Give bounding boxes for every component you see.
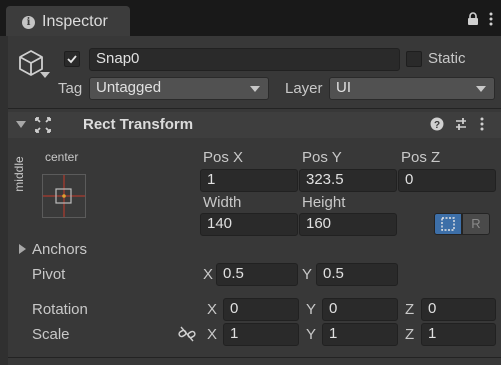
pos-z-input[interactable]: 0 [398, 169, 496, 192]
blueprint-mode-button[interactable] [434, 213, 462, 235]
pos-y-input[interactable]: 323.5 [299, 169, 397, 192]
pivot-label: Pivot [32, 266, 66, 283]
height-label: Height [302, 194, 346, 211]
anchor-preset-button[interactable] [42, 174, 86, 218]
help-icon[interactable]: ? [430, 117, 444, 135]
active-checkbox[interactable] [64, 51, 80, 67]
rotation-x-input[interactable]: 0 [223, 298, 299, 321]
rotation-y-label: Y [306, 301, 317, 318]
rotation-y-input[interactable]: 0 [322, 298, 398, 321]
pos-z-label: Pos Z [401, 149, 441, 166]
panel-left-strip [0, 36, 8, 365]
scale-x-label: X [207, 326, 218, 343]
scale-y-input[interactable]: 1 [322, 323, 398, 346]
anchors-foldout-arrow-icon[interactable] [19, 244, 26, 254]
tab-inspector-label: Inspector [42, 13, 108, 30]
scale-y-label: Y [306, 326, 317, 343]
pos-x-label: Pos X [203, 149, 244, 166]
component-header[interactable] [8, 112, 501, 138]
static-label: Static [428, 50, 466, 67]
object-name-input[interactable]: Snap0 [89, 48, 400, 71]
chevron-down-icon [250, 86, 260, 92]
icon-picker-caret[interactable] [40, 72, 50, 78]
divider [8, 357, 501, 358]
tag-label: Tag [58, 80, 83, 97]
anchor-horizontal-label: center [45, 150, 79, 164]
tab-inspector[interactable]: i Inspector [6, 6, 130, 38]
static-checkbox[interactable] [406, 51, 422, 67]
pivot-x-label: X [203, 266, 214, 283]
rotation-label: Rotation [32, 301, 88, 318]
checkmark-icon [67, 55, 77, 64]
blueprint-mode-icon [441, 217, 455, 231]
anchor-preset-icon [43, 175, 85, 217]
layer-value: UI [336, 79, 351, 96]
pivot-y-label: Y [302, 266, 313, 283]
component-title: Rect Transform [83, 116, 194, 133]
info-icon: i [22, 15, 35, 29]
tab-tools [467, 12, 493, 30]
lock-icon[interactable] [467, 12, 479, 30]
unlinked-chain-icon[interactable] [178, 326, 196, 346]
rotation-z-label: Z [405, 301, 415, 318]
layer-label: Layer [285, 80, 323, 97]
foldout-arrow-icon[interactable] [16, 121, 26, 128]
kebab-menu-icon[interactable] [489, 12, 493, 30]
pivot-y-input[interactable]: 0.5 [316, 263, 398, 286]
preset-sliders-icon[interactable] [454, 117, 468, 135]
rotation-x-label: X [207, 301, 218, 318]
scale-z-input[interactable]: 1 [421, 323, 496, 346]
scale-z-label: Z [405, 326, 415, 343]
divider [8, 108, 501, 109]
raw-edit-button[interactable]: R [462, 213, 490, 235]
tag-dropdown[interactable]: Untagged [89, 77, 269, 100]
rect-transform-icon [35, 117, 51, 137]
pos-x-input[interactable]: 1 [200, 169, 298, 192]
width-label: Width [203, 194, 242, 211]
chevron-down-icon [476, 86, 486, 92]
anchors-label[interactable]: Anchors [32, 240, 87, 260]
anchor-vertical-label: middle [12, 156, 26, 192]
tag-value: Untagged [96, 79, 162, 96]
scale-label: Scale [32, 326, 70, 343]
pivot-x-input[interactable]: 0.5 [216, 263, 298, 286]
layer-dropdown[interactable]: UI [329, 77, 495, 100]
rotation-z-input[interactable]: 0 [421, 298, 496, 321]
svg-text:?: ? [434, 120, 440, 131]
height-input[interactable]: 160 [299, 213, 397, 236]
scale-x-input[interactable]: 1 [223, 323, 299, 346]
pos-y-label: Pos Y [302, 149, 342, 166]
raw-edit-icon: R [471, 216, 481, 231]
kebab-menu-icon[interactable] [480, 117, 484, 135]
width-input[interactable]: 140 [200, 213, 298, 236]
